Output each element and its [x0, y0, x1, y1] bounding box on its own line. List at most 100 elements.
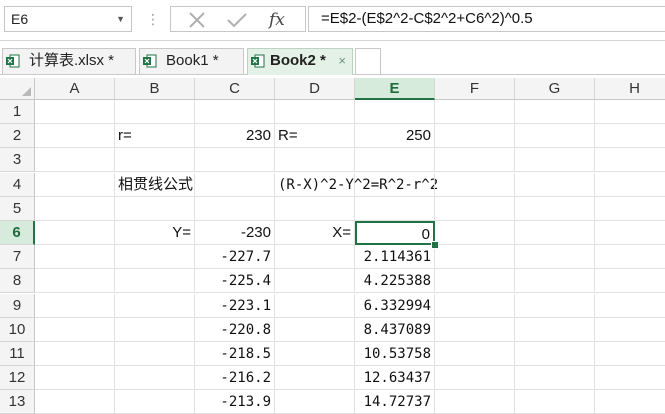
- formula-input[interactable]: =E$2-(E$2^2-C$2^2+C6^2)^0.5: [308, 6, 665, 32]
- cell-c10[interactable]: -220.8: [195, 317, 275, 342]
- cell-c6[interactable]: -230: [195, 221, 275, 245]
- cell-f10[interactable]: [435, 317, 515, 342]
- cell-h5[interactable]: [595, 197, 665, 221]
- cell-f3[interactable]: [435, 148, 515, 173]
- cell-d10[interactable]: [275, 317, 355, 342]
- row-header-2[interactable]: 2: [0, 124, 35, 149]
- new-tab-button[interactable]: [355, 48, 381, 74]
- cell-d12[interactable]: [275, 366, 355, 391]
- cell-h7[interactable]: [595, 245, 665, 270]
- name-box[interactable]: E6 ▼: [4, 6, 132, 32]
- select-all-button[interactable]: [0, 78, 35, 100]
- cell-a1[interactable]: [35, 100, 115, 124]
- cell-b9[interactable]: [115, 293, 195, 318]
- cell-a3[interactable]: [35, 148, 115, 173]
- row-header-3[interactable]: 3: [0, 148, 35, 173]
- cell-a13[interactable]: [35, 390, 115, 414]
- cell-h6[interactable]: [595, 221, 665, 245]
- cell-a5[interactable]: [35, 196, 115, 221]
- cell-c7[interactable]: -227.7: [195, 245, 275, 270]
- cell-c13[interactable]: -213.9: [195, 390, 275, 414]
- cell-b12[interactable]: [115, 366, 195, 391]
- cell-h1[interactable]: [595, 100, 665, 124]
- cell-c12[interactable]: -216.2: [195, 366, 275, 391]
- column-header-e[interactable]: E: [355, 78, 435, 100]
- cell-h8[interactable]: [595, 269, 665, 294]
- cell-f2[interactable]: [435, 124, 515, 149]
- cell-g6[interactable]: [515, 221, 595, 245]
- cell-d2[interactable]: R=: [275, 124, 355, 149]
- column-header-a[interactable]: A: [35, 78, 115, 100]
- cell-d11[interactable]: [275, 342, 355, 366]
- cell-c4[interactable]: [195, 172, 275, 197]
- cell-b13[interactable]: [115, 390, 195, 414]
- cell-d5[interactable]: [275, 196, 355, 221]
- cell-g8[interactable]: [515, 269, 595, 294]
- fill-handle[interactable]: [431, 241, 439, 250]
- cell-e9[interactable]: 6.332994: [355, 293, 435, 318]
- tab-workbook-1[interactable]: 计算表.xlsx *: [2, 48, 136, 74]
- cell-b3[interactable]: [115, 148, 195, 173]
- cell-f6[interactable]: [435, 221, 515, 245]
- row-header-7[interactable]: 7: [0, 245, 35, 270]
- cell-c1[interactable]: [195, 100, 275, 124]
- cell-h11[interactable]: [595, 342, 665, 366]
- cell-h12[interactable]: [595, 366, 665, 391]
- cell-h2[interactable]: [595, 124, 665, 149]
- cell-f4[interactable]: [435, 172, 515, 197]
- cell-b4[interactable]: 相贯线公式: [115, 172, 195, 197]
- cell-a7[interactable]: [35, 245, 115, 270]
- cell-g11[interactable]: [515, 342, 595, 366]
- column-header-b[interactable]: B: [115, 78, 195, 100]
- cell-b10[interactable]: [115, 317, 195, 342]
- cell-d3[interactable]: [275, 148, 355, 173]
- row-header-10[interactable]: 10: [0, 317, 35, 342]
- insert-function-icon[interactable]: fx: [269, 9, 297, 31]
- cell-c8[interactable]: -225.4: [195, 269, 275, 294]
- cell-g5[interactable]: [515, 196, 595, 221]
- row-header-1[interactable]: 1: [0, 100, 35, 124]
- cell-e13[interactable]: 14.72737: [355, 390, 435, 414]
- column-header-h[interactable]: H: [595, 78, 665, 100]
- cell-b8[interactable]: [115, 269, 195, 294]
- cell-e10[interactable]: 8.437089: [355, 317, 435, 342]
- column-header-f[interactable]: F: [435, 78, 515, 100]
- tab-workbook-2[interactable]: Book1 *: [139, 48, 244, 74]
- cell-g12[interactable]: [515, 366, 595, 391]
- cell-g4[interactable]: [515, 172, 595, 197]
- cell-f5[interactable]: [435, 196, 515, 221]
- cell-b5[interactable]: [115, 196, 195, 221]
- cell-d4[interactable]: (R-X)^2-Y^2=R^2-r^2: [275, 172, 438, 197]
- close-icon[interactable]: ×: [338, 49, 346, 73]
- row-header-4[interactable]: 4: [0, 172, 35, 197]
- cell-e4[interactable]: [355, 172, 435, 197]
- cell-d9[interactable]: [275, 293, 355, 318]
- cell-h3[interactable]: [595, 148, 665, 173]
- column-header-c[interactable]: C: [195, 78, 275, 100]
- cell-a12[interactable]: [35, 366, 115, 391]
- cell-b11[interactable]: [115, 342, 195, 366]
- row-header-12[interactable]: 12: [0, 366, 35, 391]
- cell-f7[interactable]: [435, 245, 515, 270]
- cell-f13[interactable]: [435, 390, 515, 414]
- cell-h10[interactable]: [595, 318, 665, 342]
- chevron-down-icon[interactable]: ▼: [116, 7, 125, 31]
- cell-e8[interactable]: 4.225388: [355, 269, 435, 294]
- cell-f9[interactable]: [435, 293, 515, 318]
- cell-a11[interactable]: [35, 342, 115, 366]
- cell-c3[interactable]: [195, 148, 275, 173]
- cell-a4[interactable]: [35, 172, 115, 197]
- row-header-13[interactable]: 13: [0, 390, 35, 414]
- cell-a6[interactable]: [35, 221, 115, 245]
- enter-check-icon[interactable]: [223, 9, 251, 31]
- cell-e5[interactable]: [355, 196, 435, 221]
- cell-f8[interactable]: [435, 269, 515, 294]
- cell-c2[interactable]: 230: [195, 124, 275, 149]
- cell-g13[interactable]: [515, 390, 595, 414]
- row-header-6[interactable]: 6: [0, 221, 35, 245]
- cell-g10[interactable]: [515, 317, 595, 342]
- cell-e11[interactable]: 10.53758: [355, 342, 435, 366]
- cell-g7[interactable]: [515, 245, 595, 270]
- cell-c9[interactable]: -223.1: [195, 293, 275, 318]
- cell-h4[interactable]: [595, 173, 665, 197]
